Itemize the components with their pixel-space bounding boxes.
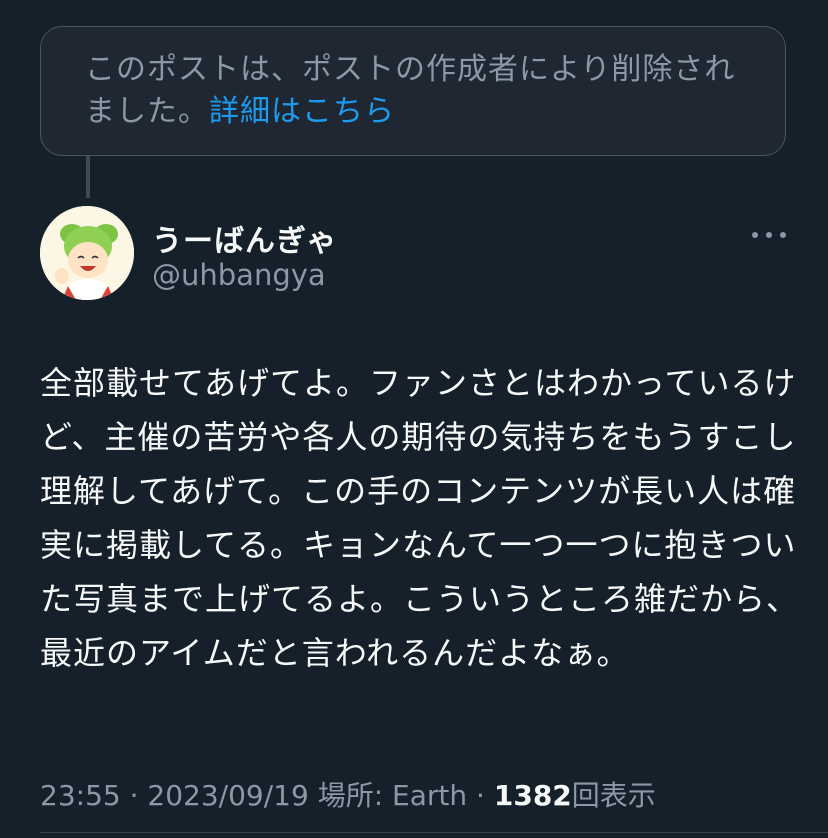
more-icon[interactable] [752, 222, 786, 248]
deleted-notice-text: このポストは、ポストの作成者により削除されました。 [85, 52, 736, 129]
tweet-location: 場所: Earth [317, 779, 468, 812]
tweet-text: 全部載せてあげてよ。ファンさとはわかっているけど、主催の苦労や各人の期待の気持ち… [40, 364, 800, 672]
tweet-date[interactable]: 2023/09/19 [147, 779, 308, 812]
view-count: 1382 [493, 779, 572, 812]
deleted-post-notice: このポストは、ポストの作成者により削除されました。詳細はこちら [40, 26, 786, 156]
more-dot [752, 232, 758, 238]
more-dot [780, 232, 786, 238]
tweet-meta: 23:55 · 2023/09/19 場所: Earth · 1382回表示 [40, 774, 656, 814]
thread-connector-line [86, 156, 90, 198]
avatar-icon[interactable] [40, 206, 134, 300]
divider [40, 832, 828, 833]
author-display-name[interactable]: うーばんぎゃ [152, 216, 337, 260]
details-link[interactable]: 詳細はこちら [209, 94, 395, 129]
meta-separator: · [476, 779, 485, 812]
more-dot [766, 232, 772, 238]
author-handle[interactable]: @uhbangya [152, 258, 326, 292]
meta-separator: · [129, 779, 139, 812]
view-count-label: 回表示 [571, 779, 656, 812]
tweet-time[interactable]: 23:55 [40, 779, 121, 812]
